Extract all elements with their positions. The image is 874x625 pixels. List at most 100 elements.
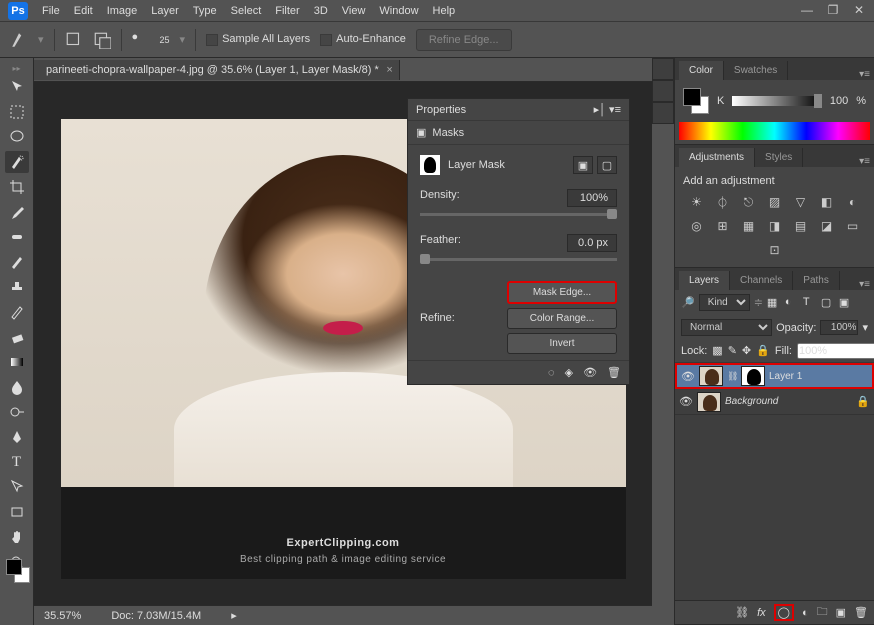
stamp-tool[interactable] (5, 276, 29, 298)
invert-icon[interactable]: ◨ (765, 217, 785, 235)
layer-row-background[interactable]: 👁 Background 🔒 (675, 389, 874, 415)
collapse-icon[interactable]: ▸│ ▾≡ (594, 103, 621, 116)
add-selection-icon[interactable] (65, 31, 83, 49)
opacity-input[interactable] (820, 320, 858, 335)
eyedropper-tool[interactable] (5, 201, 29, 223)
fill-input[interactable] (797, 343, 874, 359)
tab-channels[interactable]: Channels (730, 271, 793, 290)
color-spectrum[interactable] (679, 122, 870, 140)
menu-image[interactable]: Image (107, 5, 138, 17)
posterize-icon[interactable]: ▤ (791, 217, 811, 235)
quick-selection-tool[interactable] (5, 151, 29, 173)
photo-filter-icon[interactable]: ◎ (687, 217, 707, 235)
tab-styles[interactable]: Styles (755, 148, 803, 167)
apply-mask-icon[interactable]: ◈ (565, 366, 573, 379)
density-slider[interactable] (420, 213, 617, 216)
lock-pixels-icon[interactable]: ✎ (728, 344, 737, 358)
document-tab[interactable]: parineeti-chopra-wallpaper-4.jpg @ 35.6%… (34, 60, 400, 80)
lock-transparent-icon[interactable]: ▩ (712, 344, 722, 358)
zoom-level[interactable]: 35.57% (44, 610, 81, 622)
brightness-icon[interactable]: ☀ (687, 193, 707, 211)
brush-preset-icon[interactable]: ● (132, 31, 150, 49)
lasso-tool[interactable] (5, 126, 29, 148)
new-group-icon[interactable]: 🗀 (817, 603, 828, 622)
invert-button[interactable]: Invert (507, 333, 617, 354)
hand-tool[interactable] (5, 526, 29, 548)
filter-smart-icon[interactable]: ▣ (839, 296, 853, 310)
tool-preset-icon[interactable] (10, 31, 28, 49)
new-layer-icon[interactable]: ▣ (836, 606, 846, 619)
healing-tool[interactable] (5, 226, 29, 248)
minimize-icon[interactable]: — (798, 3, 816, 17)
color-swatches[interactable] (6, 559, 30, 583)
menu-3d[interactable]: 3D (314, 5, 328, 17)
color-lookup-icon[interactable]: ▦ (739, 217, 759, 235)
menu-file[interactable]: File (42, 5, 60, 17)
filter-adj-icon[interactable]: ◐ (785, 296, 799, 310)
menu-help[interactable]: Help (433, 5, 456, 17)
levels-icon[interactable]: ⏀ (713, 193, 733, 211)
load-selection-icon[interactable]: ◌ (548, 367, 555, 379)
tab-color[interactable]: Color (679, 61, 724, 80)
menu-edit[interactable]: Edit (74, 5, 93, 17)
new-fill-adj-icon[interactable]: ◐ (802, 607, 809, 619)
pixel-mask-button[interactable]: ▣ (573, 156, 593, 174)
eraser-tool[interactable] (5, 326, 29, 348)
menu-view[interactable]: View (342, 5, 366, 17)
marquee-tool[interactable] (5, 101, 29, 123)
foreground-background-swatch[interactable] (683, 88, 709, 114)
selective-color-icon[interactable]: ⊡ (765, 241, 785, 259)
visibility-icon[interactable]: 👁 (681, 370, 695, 383)
mask-thumbnail[interactable] (741, 366, 765, 386)
dock-icon[interactable] (652, 58, 674, 80)
mask-thumbnail[interactable] (420, 155, 440, 175)
type-tool[interactable]: T (5, 451, 29, 473)
sample-all-layers-checkbox[interactable]: Sample All Layers (206, 33, 310, 45)
dock-icon[interactable] (652, 102, 674, 124)
menu-filter[interactable]: Filter (275, 5, 299, 17)
pen-tool[interactable] (5, 426, 29, 448)
gradient-tool[interactable] (5, 351, 29, 373)
channel-mixer-icon[interactable]: ⊞ (713, 217, 733, 235)
close-tab-icon[interactable]: × (386, 64, 392, 76)
link-icon[interactable]: ⛓ (727, 371, 737, 382)
layer-fx-icon[interactable]: fx (757, 607, 766, 619)
subtract-selection-icon[interactable] (93, 31, 111, 49)
mask-edge-button[interactable]: Mask Edge... (507, 281, 617, 304)
visibility-icon[interactable]: 👁 (679, 395, 693, 408)
link-layers-icon[interactable]: ⛓ (735, 606, 749, 619)
layer-row-layer1[interactable]: 👁 ⛓ Layer 1 (675, 363, 874, 389)
rectangle-tool[interactable] (5, 501, 29, 523)
maximize-icon[interactable]: ❐ (824, 3, 842, 17)
layer-filter-kind[interactable]: Kind (699, 294, 750, 311)
blur-tool[interactable] (5, 376, 29, 398)
layer-thumbnail[interactable] (699, 366, 723, 386)
panel-menu-icon[interactable]: ▾≡ (859, 69, 870, 80)
filter-type-icon[interactable]: T (803, 296, 817, 310)
delete-layer-icon[interactable]: 🗑 (854, 606, 868, 619)
menu-layer[interactable]: Layer (151, 5, 179, 17)
history-brush-tool[interactable] (5, 301, 29, 323)
feather-value[interactable]: 0.0 px (567, 234, 617, 252)
vector-mask-button[interactable]: ▢ (597, 156, 617, 174)
menu-type[interactable]: Type (193, 5, 217, 17)
tab-adjustments[interactable]: Adjustments (679, 148, 755, 167)
filter-pixel-icon[interactable]: ▦ (767, 296, 781, 310)
filter-shape-icon[interactable]: ▢ (821, 296, 835, 310)
menu-window[interactable]: Window (379, 5, 418, 17)
brush-size[interactable]: 25 (160, 35, 170, 45)
refine-edge-button[interactable]: Refine Edge... (416, 29, 512, 51)
close-icon[interactable]: ✕ (850, 3, 868, 17)
lock-all-icon[interactable]: 🔒 (756, 344, 770, 358)
menu-select[interactable]: Select (231, 5, 262, 17)
tab-layers[interactable]: Layers (679, 271, 730, 290)
density-value[interactable]: 100% (567, 189, 617, 207)
k-slider[interactable] (732, 96, 822, 106)
vibrance-icon[interactable]: ▽ (791, 193, 811, 211)
panel-menu-icon[interactable]: ▾≡ (859, 156, 870, 167)
curves-icon[interactable]: ⎋ (739, 193, 759, 211)
doc-size[interactable]: Doc: 7.03M/15.4M (111, 610, 201, 622)
layer-thumbnail[interactable] (697, 392, 721, 412)
tab-paths[interactable]: Paths (793, 271, 840, 290)
dock-icon[interactable] (652, 80, 674, 102)
